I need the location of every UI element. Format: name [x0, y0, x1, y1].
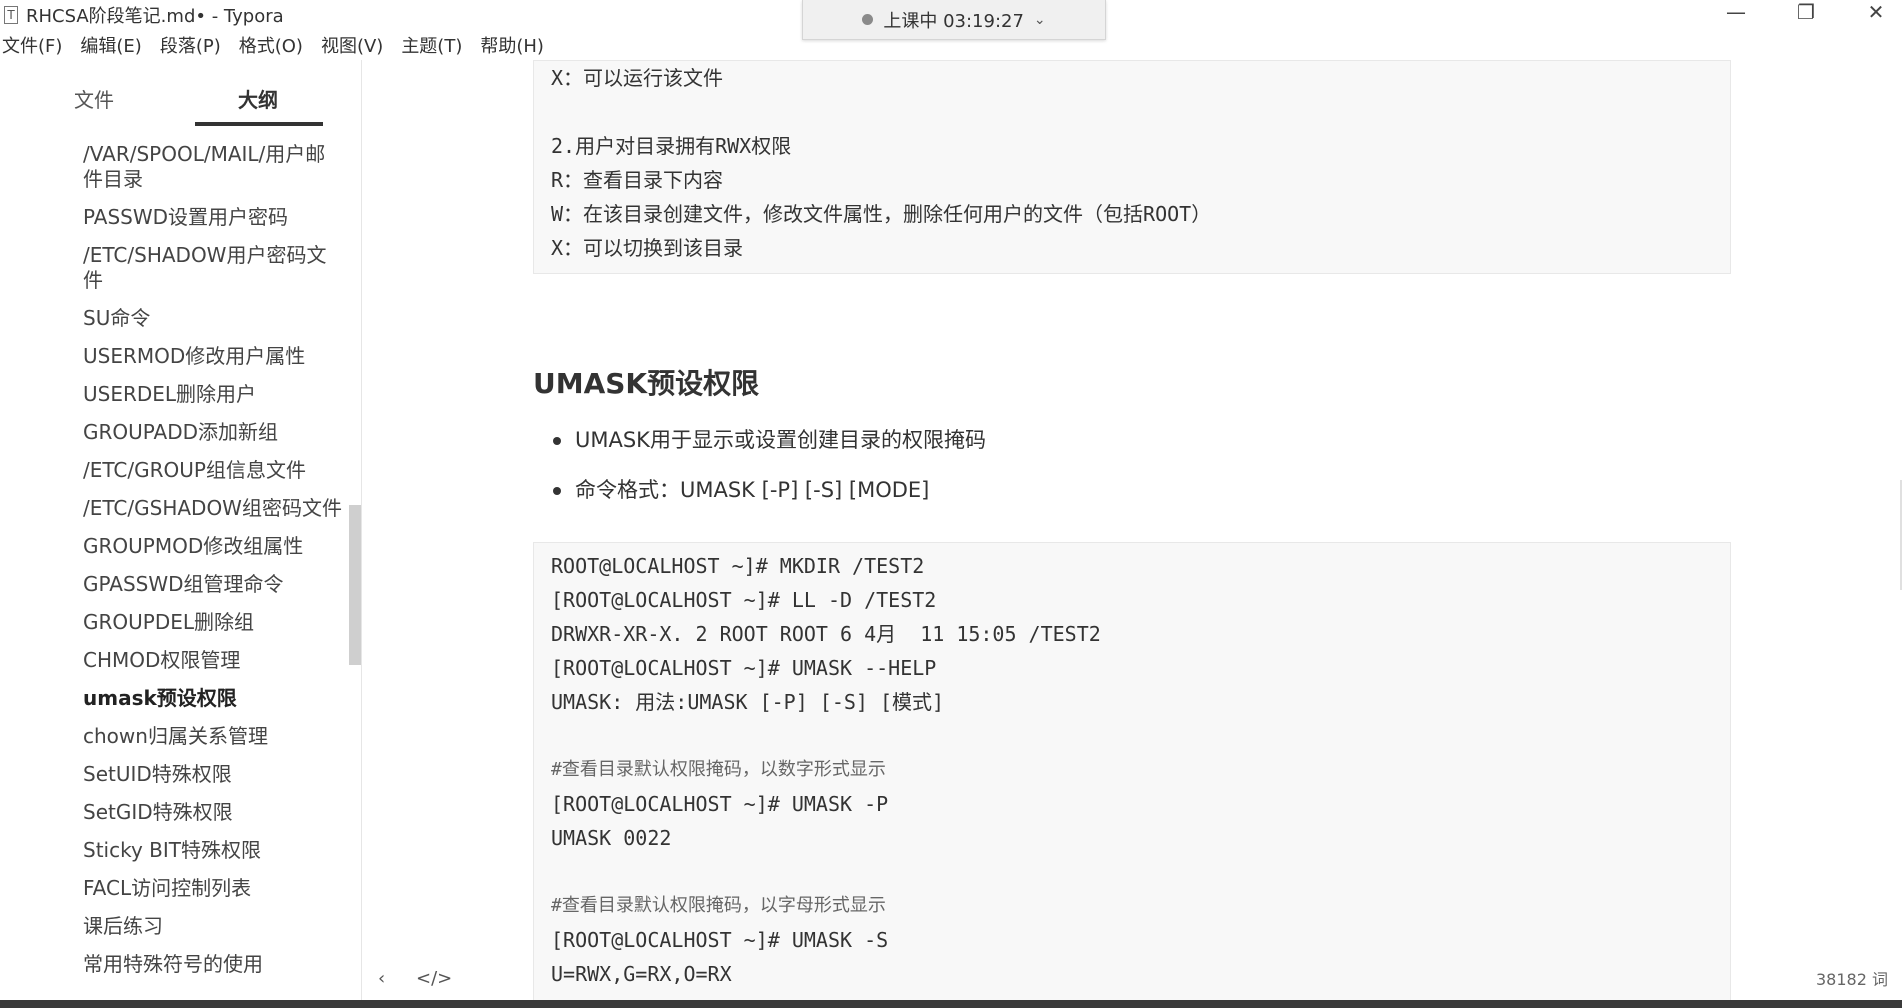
menu-file[interactable]: 文件(F)	[0, 32, 72, 58]
code-line: 2.用户对目录拥有RWX权限	[551, 134, 792, 158]
timer-text: 上课中 03:19:27	[883, 10, 1024, 32]
outline-item[interactable]: USERMOD修改用户属性	[83, 344, 343, 369]
outline-item-active[interactable]: umask预设权限	[83, 686, 343, 711]
code-line: [ROOT@LOCALHOST ~]# UMASK -S	[551, 928, 889, 952]
typora-window: T RHCSA阶段笔记.md• - Typora 上课中 03:19:27 ⌄ …	[0, 0, 1902, 1008]
outline-item[interactable]: SetUID特殊权限	[83, 762, 343, 787]
outline-item[interactable]: FACL访问控制列表	[83, 876, 343, 901]
word-count[interactable]: 38182 词	[1816, 966, 1888, 990]
bullet-list: UMASK用于显示或设置创建目录的权限掩码 命令格式：UMASK [-P] [-…	[553, 426, 986, 526]
outline-item[interactable]: GROUPADD添加新组	[83, 420, 343, 445]
menu-edit[interactable]: 编辑(E)	[78, 32, 151, 58]
code-line: [ROOT@LOCALHOST ~]# UMASK --HELP	[551, 656, 937, 680]
menu-paragraph[interactable]: 段落(P)	[158, 32, 231, 58]
code-line: X：可以切换到该目录	[551, 236, 744, 260]
chevron-down-icon[interactable]: ⌄	[1034, 12, 1046, 28]
code-block-permissions[interactable]: X：可以运行该文件 2.用户对目录拥有RWX权限 R：查看目录下内容 W：在该目…	[533, 60, 1731, 274]
code-line: R：查看目录下内容	[551, 168, 724, 192]
outline-item[interactable]: /ETC/SHADOW用户密码文件	[83, 243, 343, 293]
close-button[interactable]: ✕	[1846, 0, 1902, 24]
active-tab-indicator	[195, 122, 323, 126]
outline-item[interactable]: GROUPDEL删除组	[83, 610, 343, 635]
code-line: UMASK 0022	[551, 826, 672, 850]
record-dot-icon	[862, 14, 874, 25]
tab-outline[interactable]: 大纲	[238, 84, 278, 113]
outline-item[interactable]: SetGID特殊权限	[83, 800, 343, 825]
outline-item[interactable]: 常用特殊符号的使用	[83, 952, 343, 977]
bullet-item: UMASK用于显示或设置创建目录的权限掩码	[553, 426, 986, 476]
outline-item[interactable]: Sticky BIT特殊权限	[83, 838, 343, 863]
code-comment: #查看目录默认权限掩码，以字母形式显示	[551, 895, 886, 916]
code-line: U=RWX,G=RX,O=RX	[551, 962, 732, 986]
tab-files[interactable]: 文件	[74, 84, 114, 113]
outline-item[interactable]: chown归属关系管理	[83, 724, 343, 749]
bottom-border	[0, 1000, 1902, 1008]
sidebar-tabs: 文件 大纲	[0, 60, 361, 128]
code-line: W：在该目录创建文件，修改文件属性，删除任何用户的文件（包括ROOT）	[551, 202, 1212, 226]
sidebar: 文件 大纲 /VAR/SPOOL/MAIL/用户邮件目录 PASSWD设置用户密…	[0, 60, 362, 1008]
sidebar-scrollbar[interactable]	[349, 505, 361, 665]
code-line: X：可以运行该文件	[551, 66, 724, 90]
recording-timer[interactable]: 上课中 03:19:27 ⌄	[802, 0, 1106, 40]
outline-item[interactable]: CHMOD权限管理	[83, 648, 343, 673]
outline-item[interactable]: /VAR/SPOOL/MAIL/用户邮件目录	[83, 142, 343, 192]
code-line: DRWXR-XR-X. 2 ROOT ROOT 6 4月 11 15:05 /T…	[551, 622, 1101, 646]
window-title: RHCSA阶段笔记.md• - Typora	[26, 6, 284, 27]
section-heading: UMASK预设权限	[533, 367, 760, 400]
outline-item[interactable]: 课后练习	[83, 914, 343, 939]
outline-item[interactable]: SU命令	[83, 306, 343, 331]
typora-app-icon: T	[4, 6, 18, 24]
menu-help[interactable]: 帮助(H)	[478, 32, 554, 58]
menu-format[interactable]: 格式(O)	[237, 32, 313, 58]
code-line: UMASK: 用法:UMASK [-P] [-S] [模式]	[551, 690, 945, 714]
outline-item[interactable]: GROUPMOD修改组属性	[83, 534, 343, 559]
code-line: [ROOT@LOCALHOST ~]# LL -D /TEST2	[551, 588, 937, 612]
code-block-umask[interactable]: ROOT@LOCALHOST ~]# MKDIR /TEST2 [ROOT@LO…	[533, 542, 1731, 1008]
menu-view[interactable]: 视图(V)	[319, 32, 393, 58]
bullet-item: 命令格式：UMASK [-P] [-S] [MODE]	[553, 476, 986, 526]
outline-item[interactable]: USERDEL删除用户	[83, 382, 343, 407]
outline-item[interactable]: /ETC/GSHADOW组密码文件	[83, 496, 343, 521]
outline-item[interactable]: /ETC/GROUP组信息文件	[83, 458, 343, 483]
editor-area[interactable]: X：可以运行该文件 2.用户对目录拥有RWX权限 R：查看目录下内容 W：在该目…	[363, 60, 1902, 1008]
code-comment: #查看目录默认权限掩码，以数字形式显示	[551, 759, 886, 780]
code-line: ROOT@LOCALHOST ~]# MKDIR /TEST2	[551, 554, 925, 578]
outline-item[interactable]: PASSWD设置用户密码	[83, 205, 343, 230]
outline-item[interactable]: GPASSWD组管理命令	[83, 572, 343, 597]
restore-button[interactable]: ❐	[1776, 0, 1836, 24]
code-line: [ROOT@LOCALHOST ~]# UMASK -P	[551, 792, 889, 816]
menu-bar: 文件(F) 编辑(E) 段落(P) 格式(O) 视图(V) 主题(T) 帮助(H…	[0, 30, 560, 60]
outline-list: /VAR/SPOOL/MAIL/用户邮件目录 PASSWD设置用户密码 /ETC…	[83, 142, 343, 990]
minimize-button[interactable]: —	[1706, 0, 1766, 24]
menu-theme[interactable]: 主题(T)	[399, 32, 472, 58]
